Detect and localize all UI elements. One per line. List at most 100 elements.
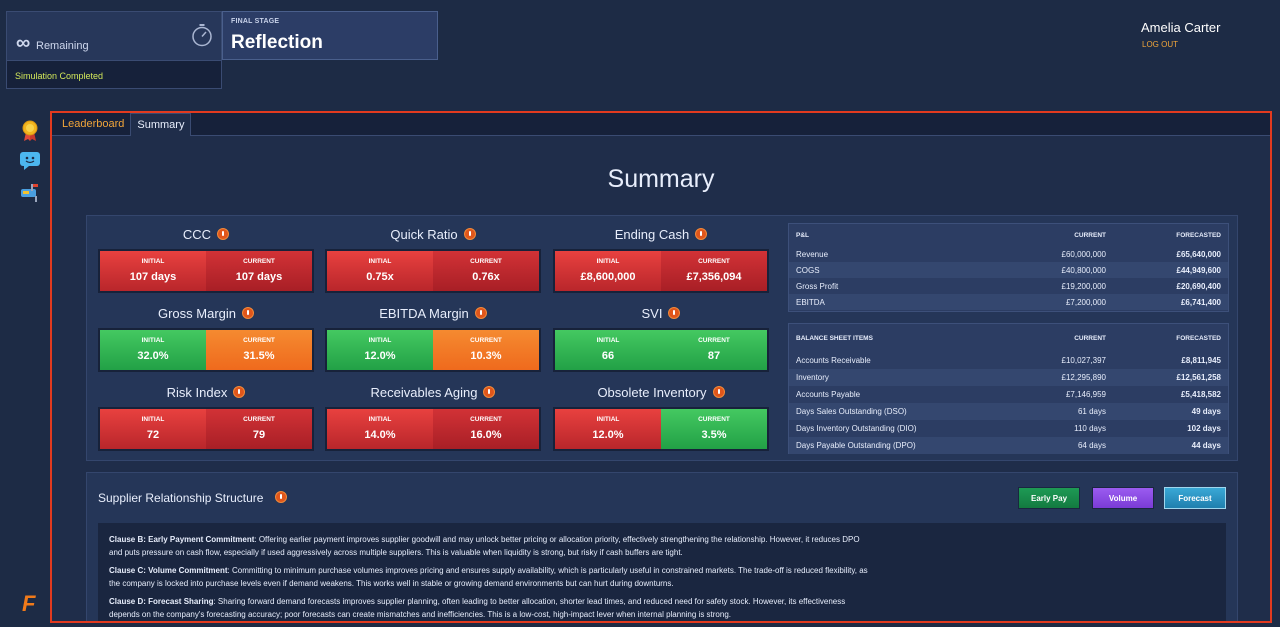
kpi-initial-box: INITIAL 12.0% [327, 330, 433, 370]
info-icon[interactable] [217, 228, 230, 240]
stage-card: FINAL STAGE Reflection [222, 11, 438, 60]
kpi-name: CCC [182, 227, 212, 242]
award-icon[interactable] [19, 120, 41, 142]
mailbox-icon[interactable] [19, 181, 41, 203]
early-pay-button[interactable]: Early Pay [1018, 487, 1080, 509]
row-forecasted: £5,418,582 [1180, 390, 1221, 399]
infinity-icon: ∞ [16, 32, 31, 54]
row-current: 61 days [1077, 407, 1106, 416]
kpi-card: Obsolete Inventory INITIAL 12.0% CURRENT 3.5… [553, 385, 769, 451]
info-icon[interactable] [695, 228, 708, 240]
kpi-card: EBITDA Margin INITIAL 12.0% CURRENT 10.3% [325, 306, 541, 372]
kpi-current-box: CURRENT 3.5% [661, 409, 767, 449]
kpi-initial-label: INITIAL [141, 337, 165, 344]
kpi-current-label: CURRENT [470, 337, 502, 344]
kpi-name: SVI [641, 306, 663, 321]
chat-icon[interactable] [19, 150, 41, 172]
table-row: Accounts Receivable £10,027,397 £8,811,945 [789, 352, 1228, 369]
kpi-current-box: CURRENT 79 [206, 409, 312, 449]
table-row: Inventory £12,295,890 £12,561,258 [789, 369, 1228, 386]
table-row: Days Inventory Outstanding (DIO) 110 days… [789, 420, 1228, 437]
pl-table-header: P&L CURRENT FORECASTED [789, 224, 1228, 246]
kpi-current-label: CURRENT [470, 416, 502, 423]
kpi-title: EBITDA Margin [325, 306, 541, 324]
clause-title: Clause D: Forecast Sharing [109, 597, 214, 606]
kpi-current-value: £7,356,094 [686, 271, 742, 283]
row-forecasted: £65,640,000 [1176, 249, 1222, 259]
kpi-title: Quick Ratio [325, 227, 541, 245]
logout-link[interactable]: LOG OUT [1142, 40, 1178, 49]
row-forecasted: 49 days [1191, 407, 1221, 416]
tab-summary[interactable]: Summary [130, 113, 192, 136]
kpi-current-box: CURRENT 10.3% [433, 330, 539, 370]
kpi-name: Gross Margin [157, 306, 237, 321]
table-row: Revenue £60,000,000 £65,640,000 [789, 246, 1228, 262]
tab-leaderboard[interactable]: Leaderboard [56, 113, 130, 136]
kpi-initial-value: 66 [601, 350, 615, 362]
pl-header-label: P&L [796, 231, 809, 239]
info-icon[interactable] [483, 386, 496, 398]
kpi-values: INITIAL 32.0% CURRENT 31.5% [98, 328, 314, 372]
kpi-current-value: 3.5% [701, 429, 727, 441]
kpi-current-box: CURRENT 107 days [206, 251, 312, 291]
supplier-title: Supplier Relationship Structure [98, 491, 288, 505]
kpi-card: SVI INITIAL 66 CURRENT 87 [553, 306, 769, 372]
remaining-label: Remaining [36, 40, 89, 52]
clause-item: Clause C: Volume Commitment: Committing … [109, 564, 869, 590]
pl-header-current: CURRENT [1074, 231, 1106, 239]
table-row: Days Payable Outstanding (DPO) 64 days 44 … [789, 437, 1228, 454]
kpi-card: Receivables Aging INITIAL 14.0% CURRENT 16.0… [325, 385, 541, 451]
row-forecasted: 44 days [1191, 441, 1221, 450]
kpi-initial-box: INITIAL 14.0% [327, 409, 433, 449]
row-label: Days Payable Outstanding (DPO) [796, 441, 916, 450]
row-forecasted: £12,561,258 [1176, 373, 1222, 382]
kpi-initial-box: INITIAL 107 days [100, 251, 206, 291]
row-current: £40,800,000 [1061, 265, 1107, 275]
kpi-initial-value: 12.0% [592, 429, 624, 441]
kpi-name: Obsolete Inventory [597, 385, 707, 400]
kpi-title: SVI [553, 306, 769, 324]
supplier-panel: Supplier Relationship Structure Early Pa… [86, 472, 1238, 621]
table-row: Accounts Payable £7,146,959 £5,418,582 [789, 386, 1228, 403]
bs-header-label: BALANCE SHEET ITEMS [796, 334, 873, 342]
row-current: £7,200,000 [1065, 297, 1106, 307]
info-icon[interactable] [233, 386, 246, 398]
bs-header-current: CURRENT [1074, 334, 1106, 342]
main-panel: Leaderboard Summary Summary CCC INITIAL 10… [50, 111, 1272, 623]
table-row: COGS £40,800,000 £44,949,600 [789, 262, 1228, 278]
kpi-current-label: CURRENT [243, 416, 275, 423]
info-icon[interactable] [463, 228, 476, 240]
row-label: Revenue [796, 249, 829, 259]
info-icon[interactable] [712, 386, 725, 398]
stopwatch-icon [192, 24, 212, 47]
user-name: Amelia Carter [1141, 20, 1221, 35]
forecast-button[interactable]: Forecast [1164, 487, 1226, 509]
tab-bar: Leaderboard Summary [52, 113, 1270, 136]
info-icon[interactable] [275, 491, 288, 503]
kpi-current-box: CURRENT 87 [661, 330, 767, 370]
info-icon[interactable] [474, 307, 487, 319]
kpi-current-value: 0.76x [472, 271, 500, 283]
kpi-initial-value: 32.0% [137, 350, 169, 362]
clause-text: : Sharing forward demand forecasts impro… [109, 597, 846, 619]
kpi-initial-box: INITIAL 72 [100, 409, 206, 449]
info-icon[interactable] [242, 307, 255, 319]
table-row: EBITDA £7,200,000 £6,741,400 [789, 294, 1228, 310]
kpi-current-label: CURRENT [698, 416, 730, 423]
clause-title: Clause B: Early Payment Commitment [109, 535, 255, 544]
row-current: £7,146,959 [1065, 390, 1106, 399]
row-label: COGS [796, 265, 820, 275]
kpi-name: EBITDA Margin [379, 306, 469, 321]
clauses-list: Clause B: Early Payment Commitment: Offe… [98, 523, 1226, 621]
kpi-current-label: CURRENT [698, 337, 730, 344]
row-label: Inventory [796, 373, 829, 382]
row-forecasted: £6,741,400 [1180, 297, 1221, 307]
simulation-status: Simulation Completed [15, 71, 104, 81]
row-label: Days Sales Outstanding (DSO) [796, 407, 907, 416]
supplier-title-text: Supplier Relationship Structure [98, 491, 264, 505]
kpi-current-value: 107 days [235, 271, 283, 283]
volume-button[interactable]: Volume [1092, 487, 1154, 509]
info-icon[interactable] [668, 307, 681, 319]
row-current: 110 days [1074, 424, 1106, 433]
kpi-current-label: CURRENT [698, 258, 730, 265]
